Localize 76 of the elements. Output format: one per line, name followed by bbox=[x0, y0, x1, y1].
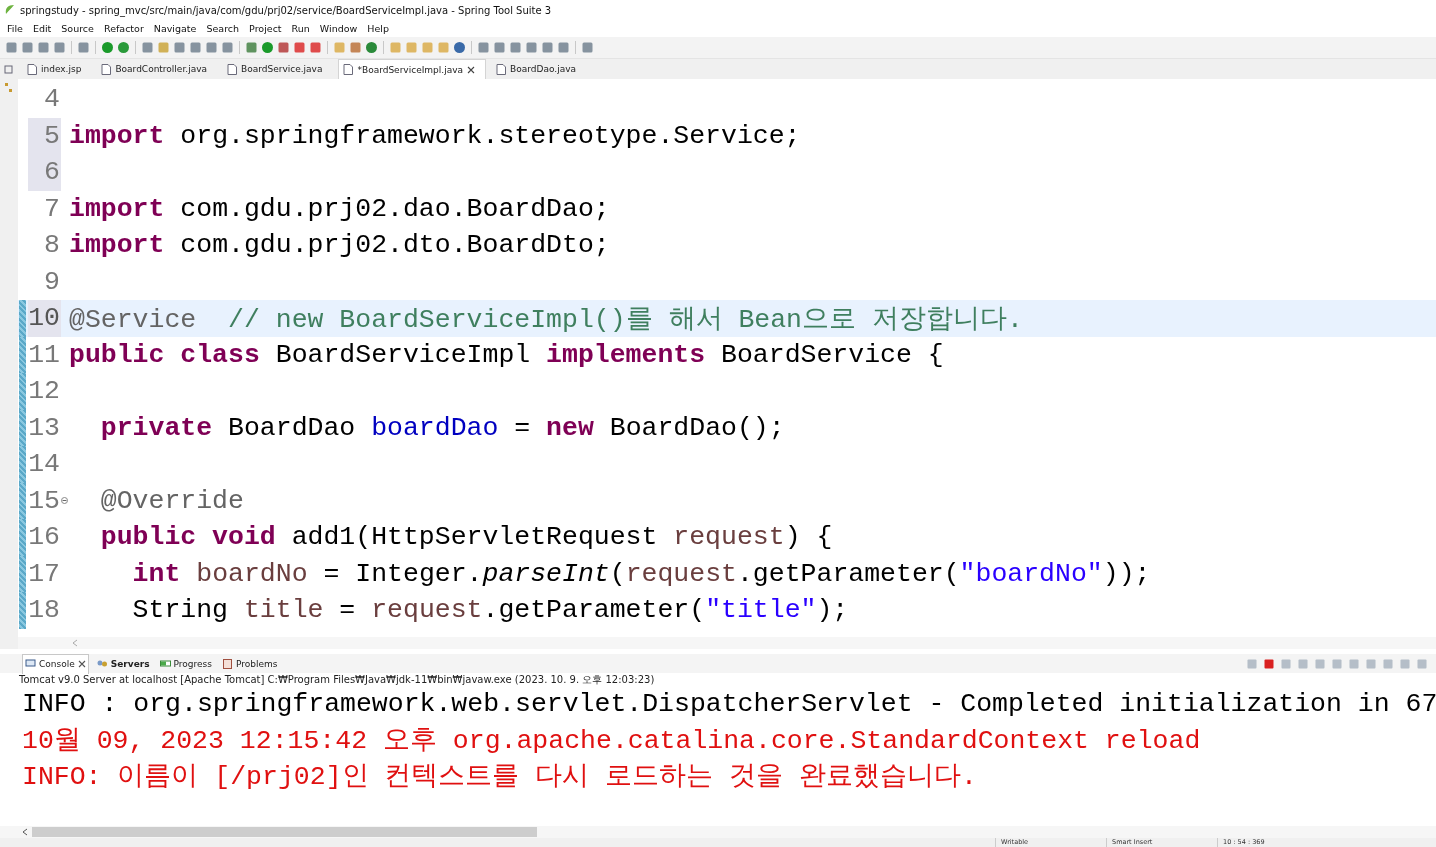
line-number: 11 bbox=[28, 338, 61, 372]
file-icon bbox=[343, 64, 354, 75]
console-line: 10월 09, 2023 12:15:42 오후 org.apache.catalina.core.StandardContext reload bbox=[22, 724, 1202, 758]
line-number: 12 bbox=[28, 375, 61, 409]
code-line: @Override bbox=[99, 485, 244, 516]
line-number: 4 bbox=[43, 83, 61, 117]
line-number: 9 bbox=[43, 265, 61, 299]
menu-item[interactable]: Run bbox=[286, 23, 315, 34]
code-line: public class BoardServiceImpl implements BoardService { bbox=[69, 339, 944, 370]
tab-label: BoardController.java bbox=[115, 64, 207, 74]
clipboard-icon bbox=[221, 658, 233, 669]
close-icon[interactable] bbox=[77, 660, 86, 668]
line-number: 10 bbox=[28, 300, 61, 337]
fold-icon[interactable] bbox=[61, 497, 68, 505]
code-line: @Service // new BoardServiceImpl()를 해서 Bean으로 저장합니다. bbox=[69, 304, 1023, 337]
tab-label: Progress bbox=[173, 658, 212, 669]
menu-item[interactable]: Help bbox=[362, 23, 394, 34]
tab-label: Console bbox=[39, 659, 75, 669]
file-icon bbox=[496, 63, 507, 75]
menu-item[interactable]: Source bbox=[56, 23, 99, 34]
stop-icon[interactable] bbox=[1263, 657, 1275, 670]
file-icon bbox=[227, 63, 237, 75]
menu-item[interactable]: Search bbox=[201, 23, 245, 34]
console-line: INFO: 이름이 [/prj02]인 컨텍스트를 다시 로드하는 것을 완료했습니다. bbox=[22, 761, 978, 794]
scrollbar-thumb[interactable] bbox=[32, 827, 537, 837]
close-icon[interactable] bbox=[467, 65, 476, 74]
line-number: 6 bbox=[28, 154, 61, 191]
code-line: int boardNo = Integer.parseInt(request.getParameter("boardNo")); bbox=[131, 558, 1151, 589]
code-line: String title = request.getParameter("title"); bbox=[131, 595, 849, 626]
line-number: 7 bbox=[43, 192, 61, 226]
view-tab[interactable]: Servers bbox=[94, 654, 152, 673]
tab-label: *BoardServiceImpl.java bbox=[357, 64, 464, 75]
editor-tab[interactable]: BoardDao.java bbox=[492, 59, 586, 79]
editor-tab[interactable]: BoardController.java bbox=[97, 59, 217, 79]
menu-item[interactable]: File bbox=[2, 23, 28, 34]
menu-item[interactable]: Refactor bbox=[98, 23, 149, 34]
menu-item[interactable]: Window bbox=[314, 23, 363, 34]
code-line: import com.gdu.prj02.dto.BoardDto; bbox=[69, 230, 610, 261]
file-icon bbox=[27, 63, 37, 75]
line-number: 18 bbox=[28, 594, 61, 628]
line-number: 13 bbox=[28, 411, 61, 445]
progress-bar-icon bbox=[159, 658, 171, 669]
tab-label: BoardService.java bbox=[241, 64, 323, 74]
console-line: INFO : org.springframework.web.servlet.DispatcherServlet - Completed initialization in 67 bbox=[22, 688, 1436, 721]
file-icon bbox=[101, 63, 112, 75]
editor-tab[interactable]: BoardService.java bbox=[223, 59, 333, 79]
tab-label: Problems bbox=[235, 658, 278, 669]
scroll-left-icon[interactable] bbox=[22, 828, 28, 836]
leaf-logo-icon bbox=[4, 4, 16, 16]
view-tab[interactable]: Problems bbox=[219, 654, 280, 673]
menu-item[interactable]: Navigate bbox=[148, 23, 202, 34]
menu-item[interactable]: Project bbox=[244, 23, 287, 34]
line-number: 5 bbox=[28, 117, 61, 154]
line-number: 8 bbox=[43, 229, 61, 263]
window-title: springstudy - spring_mvc/src/main/java/com/gdu/prj02/service/BoardServiceImpl.java - Spring Tool Suite 3 bbox=[20, 4, 552, 16]
stop-icon[interactable] bbox=[293, 41, 306, 54]
view-tab[interactable]: Console bbox=[22, 653, 89, 674]
hierarchy-icon[interactable] bbox=[5, 83, 13, 93]
server-icon bbox=[96, 658, 108, 669]
line-number: 15 bbox=[28, 484, 61, 518]
menu-item[interactable]: Edit bbox=[27, 23, 57, 34]
line-number: 14 bbox=[28, 448, 61, 482]
code-line: private BoardDao boardDao = new BoardDao(); bbox=[99, 412, 785, 443]
view-tab[interactable]: Progress bbox=[157, 654, 214, 673]
console-description: Tomcat v9.0 Server at localhost [Apache Tomcat] C:₩Program Files₩Java₩jdk-11₩bin₩javaw.exe (2023. 10. 9. 오후 12:03:23) bbox=[18, 673, 656, 686]
line-number: 17 bbox=[28, 557, 61, 591]
tab-label: BoardDao.java bbox=[510, 64, 576, 74]
code-line: import com.gdu.prj02.dao.BoardDao; bbox=[69, 193, 610, 224]
editor-tab[interactable]: index.jsp bbox=[23, 59, 92, 79]
editor-tab[interactable]: *BoardServiceImpl.java bbox=[338, 59, 487, 79]
tab-label: index.jsp bbox=[41, 64, 82, 74]
tab-label: Servers bbox=[110, 658, 150, 669]
code-line: import org.springframework.stereotype.Service; bbox=[69, 120, 801, 151]
restore-icon[interactable] bbox=[4, 64, 13, 74]
line-number: 16 bbox=[28, 521, 61, 555]
code-line: public void add1(HttpServletRequest request) { bbox=[99, 522, 833, 553]
